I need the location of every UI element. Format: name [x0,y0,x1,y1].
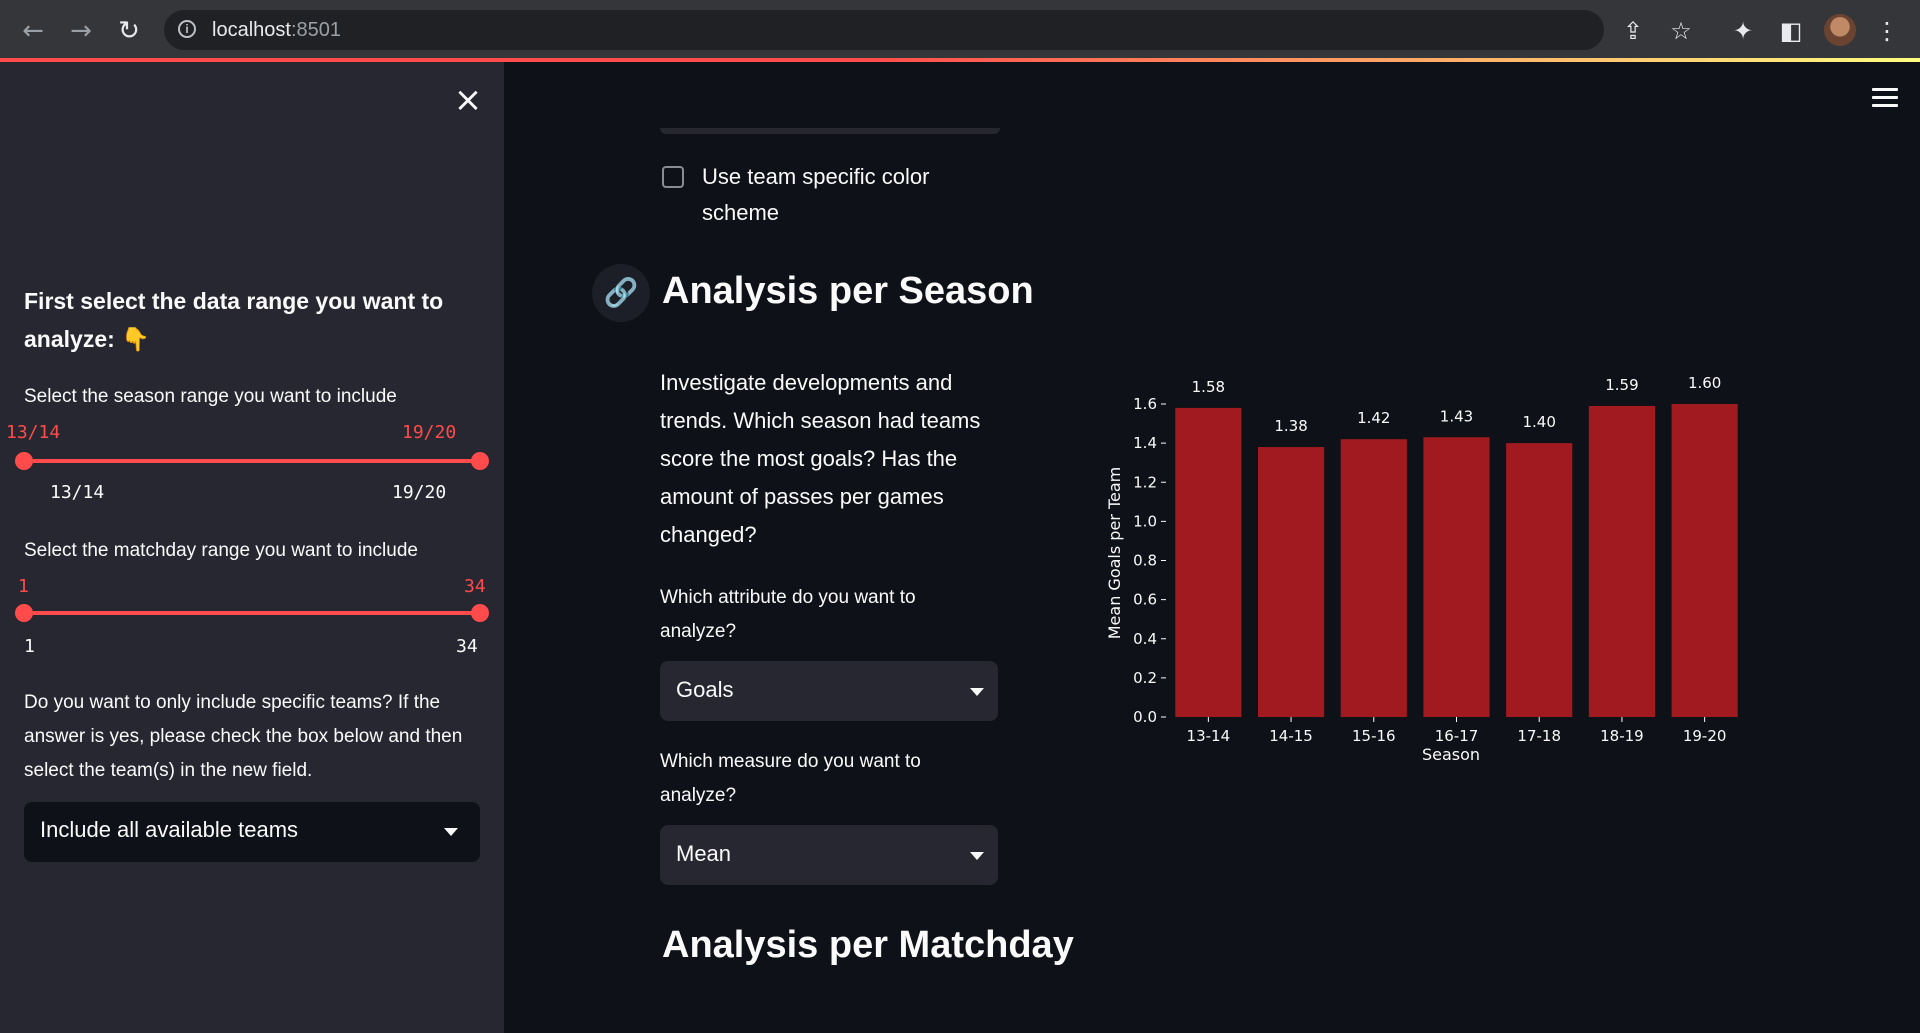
y-tick-label: 0.6 [1133,591,1157,609]
share-icon[interactable]: ⇪ [1618,16,1648,46]
chevron-down-icon [444,828,458,836]
bar [1340,439,1407,717]
matchday-range-track[interactable] [24,611,480,615]
season-range-value-min: 13/14 [6,422,61,443]
season-heading: Analysis per Season [662,270,1034,312]
y-tick-label: 0.4 [1133,630,1157,648]
x-tick-label: 13-14 [1187,727,1231,745]
bar-value-label: 1.60 [1688,374,1721,392]
cut-off-text [660,1024,910,1033]
bar-value-label: 1.40 [1523,413,1556,431]
season-range-min-handle[interactable] [15,452,33,470]
season-range-value-max: 19/20 [402,422,457,443]
bookmark-star-icon[interactable]: ☆ [1666,16,1696,46]
extensions-puzzle-icon[interactable]: ✦ [1728,16,1758,46]
bar-value-label: 1.38 [1274,417,1307,435]
x-tick-label: 14-15 [1269,727,1313,745]
matchday-range-max-handle[interactable] [471,604,489,622]
y-tick-label: 1.4 [1133,434,1157,452]
bar-value-label: 1.58 [1192,378,1225,396]
x-tick-label: 17-18 [1517,727,1561,745]
x-tick-label: 18-19 [1600,727,1644,745]
profile-avatar[interactable] [1824,14,1856,46]
chevron-down-icon [970,852,984,860]
close-icon[interactable]: × [452,83,484,117]
team-color-checkbox[interactable] [662,166,684,188]
matchday-range-label: Select the matchday range you want to in… [24,540,418,561]
matchday-range-tick-max: 34 [456,636,478,657]
reload-icon[interactable]: ↻ [112,14,146,48]
bar [1175,407,1242,717]
bar [1588,405,1656,717]
measure-select[interactable]: Mean [660,825,998,885]
teams-select[interactable]: Include all available teams [24,802,480,862]
attribute-question: Which attribute do you want to analyze? [660,587,916,642]
attribute-select[interactable]: Goals [660,661,998,721]
y-tick-label: 1.0 [1133,512,1157,530]
chevron-down-icon [970,688,984,696]
back-arrow-icon[interactable]: ← [16,14,50,48]
x-axis-label: Season [1422,745,1480,764]
intro-text: Investigate developments and trends. Whi… [660,370,981,547]
x-axis: 13-14 14-15 15-16 16-17 17-18 18-19 19-20 [1187,717,1727,745]
teams-prompt: Do you want to only include specific tea… [24,692,463,781]
matchday-range-min-handle[interactable] [15,604,33,622]
sidebar: × First select the data range you want t… [0,62,504,1033]
y-tick-label: 0.8 [1133,552,1157,570]
bar [1671,404,1738,717]
y-tick-label: 1.6 [1133,395,1157,413]
season-range-tick-max: 19/20 [392,482,447,503]
address-bar[interactable] [164,10,1604,50]
teams-select-value: Include all available teams [40,817,299,842]
bar-value-label: 1.43 [1440,407,1473,425]
y-axis-label: Mean Goals per Team [1105,467,1124,640]
matchday-range-value-max: 34 [464,576,486,597]
app-menu-icon[interactable] [1872,88,1898,108]
side-panel-icon[interactable]: ◧ [1776,16,1806,46]
season-range-label: Select the season range you want to incl… [24,386,397,407]
goals-per-season-bar-chart: 0.0 0.2 0.4 0.6 0.8 1.0 1.2 1.4 1.6 13-14 14-15 15… [1105,374,1738,764]
measure-question: Which measure do you want to analyze? [660,751,921,806]
measure-select-value: Mean [676,841,732,866]
url-text[interactable]: localhost:8501 [212,19,341,42]
site-info-icon[interactable]: i [178,20,196,38]
y-tick-label: 1.2 [1133,473,1157,491]
matchday-heading: Analysis per Matchday [662,924,1074,966]
link-icon[interactable]: 🔗 [592,264,650,322]
previous-widget-edge [660,128,1000,134]
season-range-track[interactable] [24,459,480,463]
y-axis: 0.0 0.2 0.4 0.6 0.8 1.0 1.2 1.4 1.6 [1133,395,1166,726]
y-tick-label: 0.2 [1133,669,1157,687]
bar-value-label: 1.59 [1605,376,1638,394]
sidebar-heading: First select the data range you want to … [24,288,444,352]
x-tick-label: 15-16 [1352,727,1396,745]
bars [1175,404,1738,717]
attribute-select-value: Goals [676,677,734,702]
season-range-tick-min: 13/14 [50,482,105,503]
bar [1506,443,1573,717]
x-tick-label: 16-17 [1435,727,1479,745]
browser-menu-icon[interactable]: ⋮ [1872,16,1902,46]
team-color-checkbox-label[interactable]: Use team specific color scheme [702,159,1002,231]
matchday-range-tick-min: 1 [24,636,35,657]
x-tick-label: 19-20 [1683,727,1727,745]
bar [1257,447,1325,717]
matchday-range-value-min: 1 [18,576,29,597]
bar-value-label: 1.42 [1357,409,1390,427]
y-tick-label: 0.0 [1133,708,1157,726]
bar [1423,437,1490,717]
season-range-max-handle[interactable] [471,452,489,470]
forward-arrow-icon[interactable]: → [64,14,98,48]
